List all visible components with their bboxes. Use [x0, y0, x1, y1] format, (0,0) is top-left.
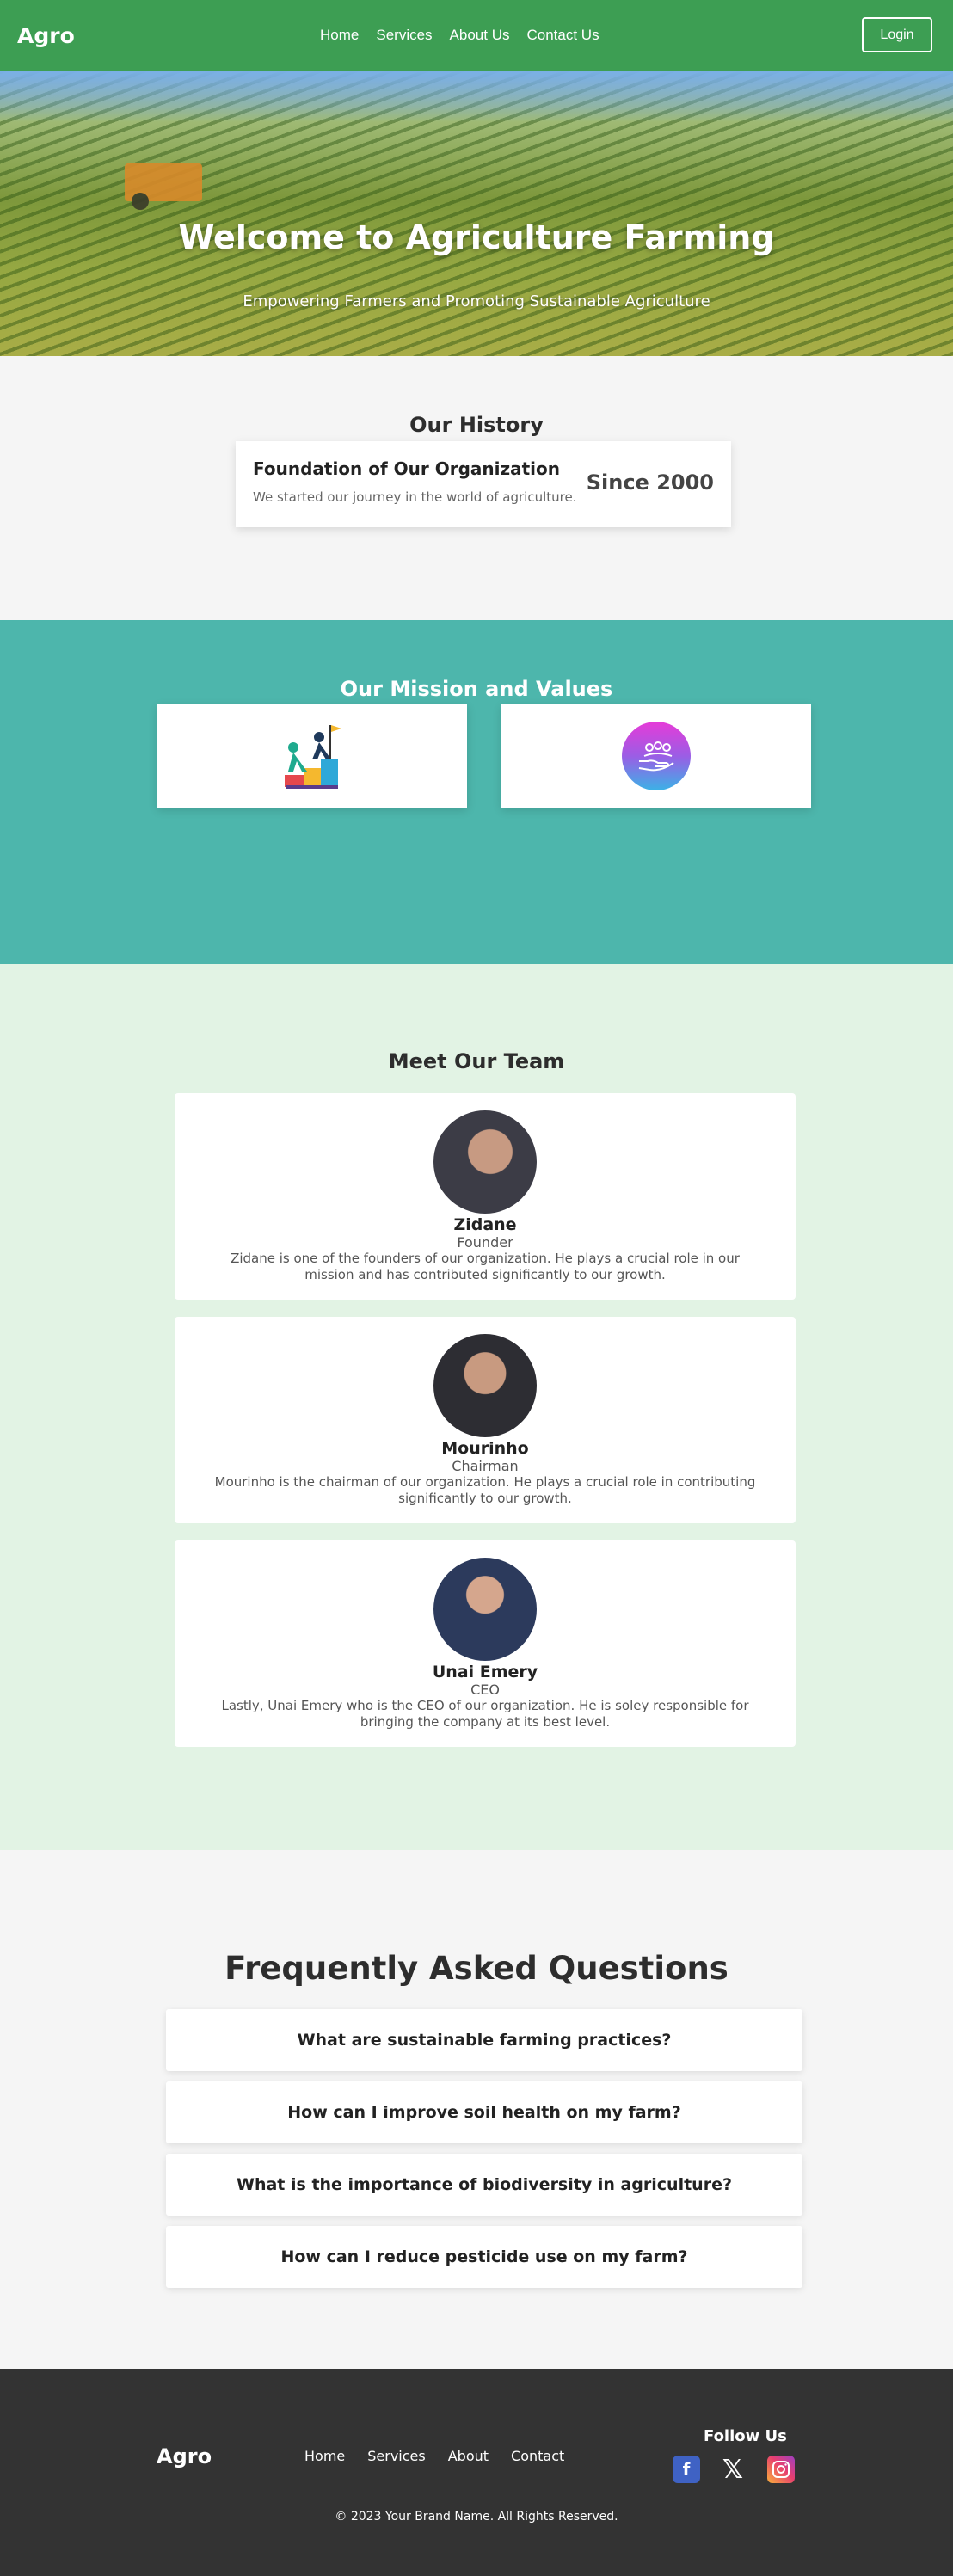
nav-links: Home Services About Us Contact Us	[320, 0, 617, 71]
growth-goal-icon	[280, 722, 345, 790]
team-section: Meet Our Team Zidane Founder Zidane is o…	[0, 964, 953, 1850]
history-title: Our History	[409, 413, 544, 437]
team-member-desc: Lastly, Unai Emery who is the CEO of our…	[221, 1698, 749, 1730]
hero-title: Welcome to Agriculture Farming	[178, 218, 775, 256]
footer-link-about[interactable]: About	[448, 2448, 489, 2464]
mission-section: Our Mission and Values	[0, 620, 953, 964]
footer-brand[interactable]: Agro	[157, 2444, 212, 2468]
facebook-icon[interactable]: f	[673, 2456, 700, 2483]
faq-item-soil-health[interactable]: How can I improve soil health on my farm…	[166, 2081, 802, 2143]
history-section: Our History Foundation of Our Organizati…	[0, 356, 953, 620]
team-member-name: Zidane	[453, 1215, 517, 1234]
history-year: Since 2000	[586, 470, 714, 495]
nav-link-services[interactable]: Services	[376, 27, 432, 44]
x-icon[interactable]: 𝕏	[719, 2455, 747, 2485]
faq-section: Frequently Asked Questions What are sust…	[0, 1850, 953, 2369]
faq-title: Frequently Asked Questions	[224, 1950, 729, 1987]
team-member-role: Chairman	[452, 1458, 519, 1474]
team-card: Zidane Founder Zidane is one of the foun…	[175, 1093, 796, 1300]
avatar-mourinho	[433, 1334, 537, 1437]
footer-links: Home Services About Contact	[304, 2448, 587, 2464]
team-member-role: CEO	[470, 1681, 500, 1698]
nav-link-home[interactable]: Home	[320, 27, 359, 44]
team-card: Unai Emery CEO Lastly, Unai Emery who is…	[175, 1540, 796, 1747]
team-card: Mourinho Chairman Mourinho is the chairm…	[175, 1317, 796, 1523]
mission-card-growth	[157, 704, 467, 808]
faq-item-pesticide[interactable]: How can I reduce pesticide use on my far…	[166, 2226, 802, 2288]
tractor-image	[125, 163, 202, 210]
instagram-icon[interactable]	[767, 2456, 795, 2483]
mission-title: Our Mission and Values	[340, 677, 613, 701]
team-member-desc: Mourinho is the chairman of our organiza…	[214, 1474, 756, 1506]
avatar-unai-emery	[433, 1558, 537, 1661]
avatar-zidane	[433, 1110, 537, 1214]
footer-link-home[interactable]: Home	[304, 2448, 345, 2464]
team-title: Meet Our Team	[388, 1049, 565, 1073]
login-button[interactable]: Login	[862, 17, 932, 52]
team-member-role: Founder	[457, 1234, 513, 1251]
care-hands-icon	[622, 722, 691, 790]
footer-link-contact[interactable]: Contact	[511, 2448, 564, 2464]
nav-link-contact-us[interactable]: Contact Us	[526, 27, 599, 44]
brand-logo[interactable]: Agro	[17, 23, 75, 48]
history-card: Foundation of Our Organization We starte…	[236, 441, 731, 527]
footer-link-services[interactable]: Services	[367, 2448, 425, 2464]
hero-sky	[0, 71, 953, 122]
hero-subtitle: Empowering Farmers and Promoting Sustain…	[243, 292, 710, 310]
team-member-name: Mourinho	[441, 1439, 529, 1458]
follow-us-title: Follow Us	[704, 2427, 787, 2445]
footer: Agro Home Services About Contact Follow …	[0, 2369, 953, 2576]
team-member-name: Unai Emery	[432, 1663, 538, 1681]
faq-item-sustainable-practices[interactable]: What are sustainable farming practices?	[166, 2009, 802, 2071]
copyright-text: © 2023 Your Brand Name. All Rights Reser…	[335, 2510, 618, 2524]
mission-card-care	[501, 704, 811, 808]
navbar: Agro Home Services About Us Contact Us L…	[0, 0, 953, 71]
nav-link-about-us[interactable]: About Us	[450, 27, 510, 44]
team-member-desc: Zidane is one of the founders of our org…	[231, 1251, 740, 1282]
faq-item-biodiversity[interactable]: What is the importance of biodiversity i…	[166, 2154, 802, 2216]
hero-banner: Welcome to Agriculture Farming Empowerin…	[0, 71, 953, 356]
